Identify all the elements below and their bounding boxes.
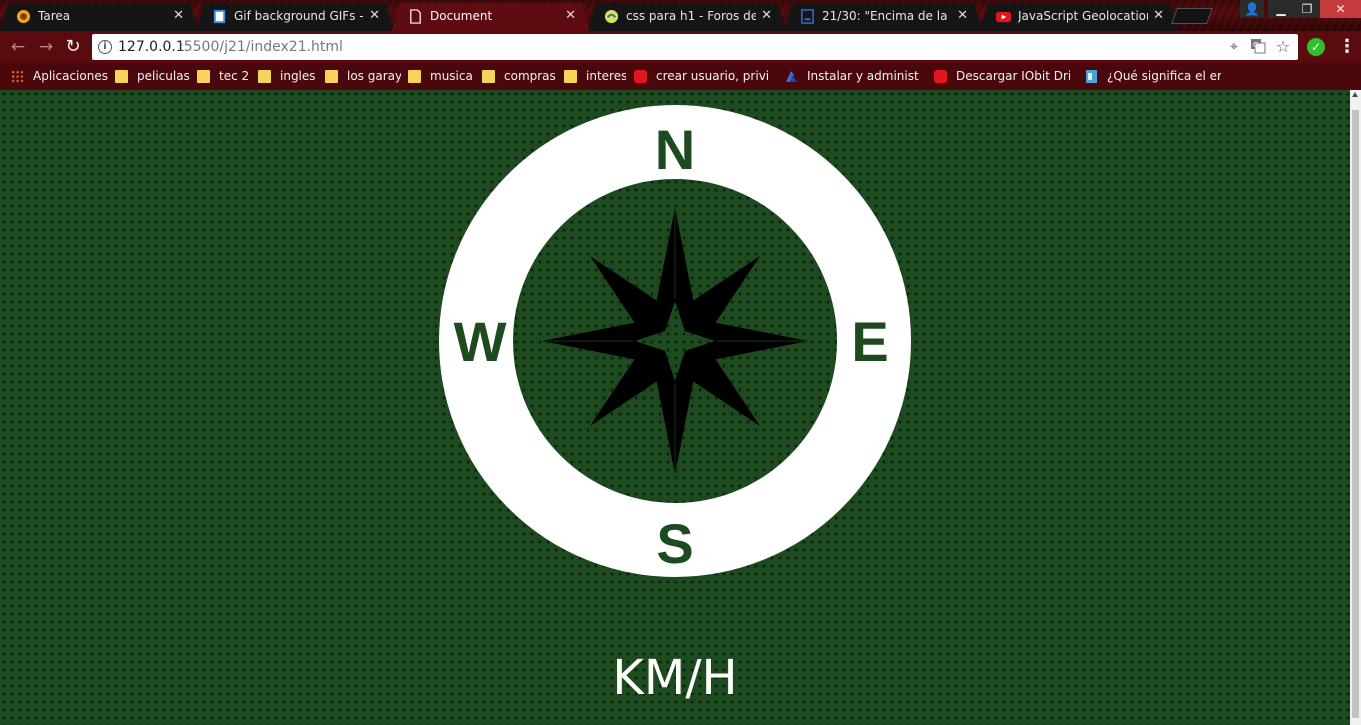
bookmark-musica[interactable]: musica	[408, 63, 474, 90]
bookmark-interes[interactable]: interes	[564, 63, 626, 90]
bookmark-label: Aplicaciones	[33, 69, 108, 83]
tab-title: 21/30: "Encima de la con	[822, 9, 948, 23]
tab-title: Tarea	[38, 9, 71, 23]
bookmark-label: ingles	[280, 69, 316, 83]
apps-icon	[11, 70, 24, 83]
info-icon[interactable]: i	[98, 40, 112, 54]
tab-title: css para h1 - Foros del W	[626, 9, 756, 23]
bookmark-instalar[interactable]: Instalar y administrar	[785, 63, 919, 90]
profile-icon[interactable]: 👤	[1240, 0, 1264, 18]
close-icon[interactable]: ✕	[761, 3, 772, 29]
tab-css-h1[interactable]: css para h1 - Foros del W ✕	[588, 3, 786, 31]
bookmark-ingles[interactable]: ingles	[258, 63, 318, 90]
youtube-favicon	[996, 9, 1011, 24]
close-icon[interactable]: ✕	[173, 3, 184, 29]
compass-south-label: S	[656, 512, 693, 575]
bookmark-los-garay[interactable]: los garay	[325, 63, 401, 90]
tab-js-geolocation[interactable]: JavaScript Geolocation b ✕	[980, 3, 1178, 31]
bookmark-aplicaciones[interactable]: Aplicaciones	[11, 63, 111, 90]
folder-icon	[115, 70, 128, 83]
location-icon[interactable]: ⌖	[1225, 38, 1243, 56]
window-close-button[interactable]: ✕	[1320, 0, 1361, 18]
folder-icon	[258, 70, 271, 83]
page-icon	[1086, 70, 1097, 83]
bookmark-label: musica	[430, 69, 473, 83]
bookmark-peliculas[interactable]: peliculas	[115, 63, 191, 90]
bookmark-que-significa[interactable]: ¿Qué significa el error	[1085, 63, 1221, 90]
forum-favicon	[604, 9, 619, 24]
url-host: 127.0.0.1	[118, 39, 185, 55]
menu-icon[interactable]: ⋮	[1338, 36, 1356, 58]
forward-arrow-icon[interactable]: →	[35, 36, 57, 58]
minimize-button[interactable]: ▁	[1268, 0, 1294, 18]
close-icon[interactable]: ✕	[1153, 3, 1164, 29]
bookmark-label: Instalar y administrar	[807, 69, 919, 83]
new-tab-button[interactable]	[1171, 8, 1213, 24]
compass-ring	[439, 105, 911, 577]
translate-icon[interactable]: G	[1249, 38, 1267, 56]
bookmark-label: tec 2	[219, 69, 250, 83]
bookmark-star-icon[interactable]: ☆	[1274, 38, 1292, 56]
speed-unit-label: KM/H	[612, 650, 738, 706]
tab-tarea[interactable]: Tarea ✕	[0, 3, 198, 31]
vertical-scrollbar[interactable]	[1350, 90, 1361, 725]
bookmark-label: compras	[504, 69, 556, 83]
bookmark-iobit[interactable]: Descargar IObit Drive	[934, 63, 1070, 90]
tab-title: JavaScript Geolocation b	[1018, 9, 1148, 23]
youtube-icon	[934, 70, 947, 83]
bookmark-label: ¿Qué significa el error	[1107, 69, 1221, 83]
tarea-favicon	[16, 9, 31, 24]
page-viewport: N S E W KM/H	[0, 90, 1350, 725]
folder-icon	[408, 70, 421, 83]
extension-check-icon[interactable]: ✓	[1307, 38, 1325, 56]
tab-document[interactable]: Document ✕	[392, 3, 590, 31]
bookmark-compras[interactable]: compras	[482, 63, 556, 90]
tab-encima[interactable]: 21/30: "Encima de la con ✕	[784, 3, 982, 31]
svg-text:G: G	[1253, 41, 1258, 49]
browser-toolbar: ← → ↻ i 127.0.0.1 :5500/j21/index21.html…	[0, 31, 1361, 63]
address-bar[interactable]: i 127.0.0.1 :5500/j21/index21.html ⌖ G ☆	[92, 34, 1298, 60]
tab-gif-background[interactable]: Gif background GIFs - Fir ✕	[196, 3, 394, 31]
bookmark-crear-usuario[interactable]: crear usuario, privileg	[634, 63, 770, 90]
bookmark-label: crear usuario, privileg	[656, 69, 770, 83]
folder-icon	[325, 70, 338, 83]
document-favicon	[408, 9, 423, 24]
tab-title: Gif background GIFs - Fir	[234, 9, 364, 23]
back-arrow-icon[interactable]: ←	[7, 36, 29, 58]
bookmark-label: los garay	[347, 69, 401, 83]
folder-icon	[197, 70, 210, 83]
close-icon[interactable]: ✕	[565, 3, 576, 29]
compass-east-label: E	[851, 310, 888, 373]
document-favicon	[212, 9, 227, 24]
close-icon[interactable]: ✕	[369, 3, 380, 29]
scrollbar-thumb[interactable]	[1352, 110, 1359, 718]
tab-strip: Tarea ✕ Gif background GIFs - Fir ✕ Docu…	[0, 0, 1361, 31]
url-path: :5500/j21/index21.html	[179, 39, 343, 55]
folder-icon	[564, 70, 577, 83]
folder-icon	[482, 70, 495, 83]
bookmarks-bar: Aplicaciones peliculas tec 2 ingles los …	[0, 63, 1361, 90]
tab-title: Document	[430, 9, 493, 23]
close-icon[interactable]: ✕	[957, 3, 968, 29]
compass-north-label: N	[655, 118, 695, 181]
youtube-icon	[634, 70, 647, 83]
compass-west-label: W	[454, 310, 507, 373]
scroll-up-arrow-icon[interactable]	[1352, 92, 1358, 97]
restore-button[interactable]: ❐	[1294, 0, 1320, 18]
bookmark-label: interes	[586, 69, 626, 83]
reload-icon[interactable]: ↻	[62, 36, 84, 58]
azure-icon	[786, 71, 797, 82]
bookmark-label: peliculas	[137, 69, 190, 83]
bookmark-label: Descargar IObit Drive	[956, 69, 1070, 83]
compass: N S E W	[439, 105, 911, 577]
page-favicon	[800, 9, 815, 24]
bookmark-tec2[interactable]: tec 2	[197, 63, 253, 90]
